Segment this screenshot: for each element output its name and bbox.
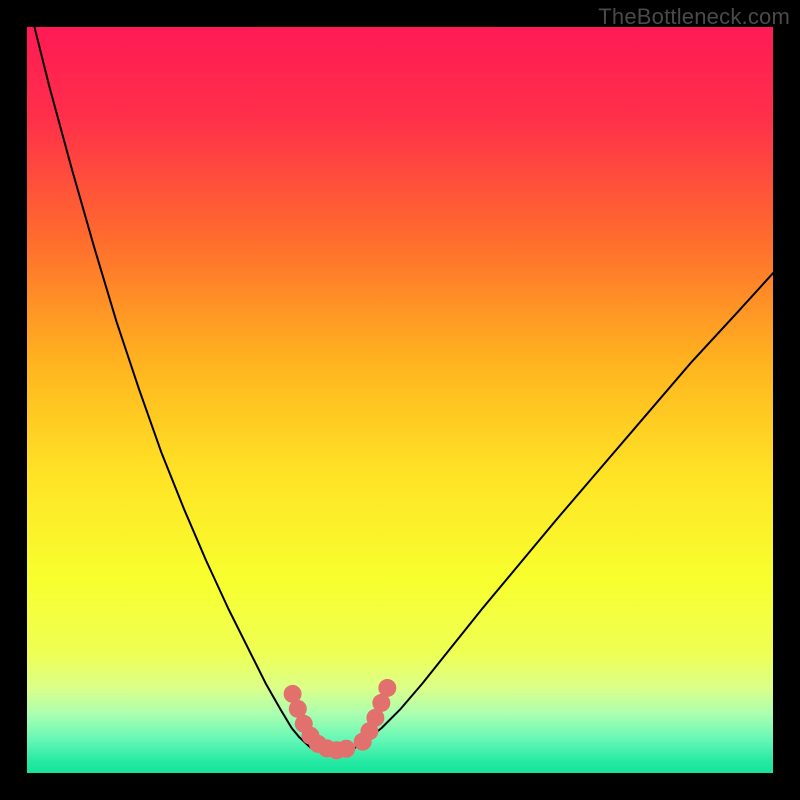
chart-svg <box>27 27 773 773</box>
right-marker-cluster-dot <box>378 679 396 697</box>
plot-area <box>27 27 773 773</box>
left-marker-cluster-dot <box>337 740 355 758</box>
outer-frame: TheBottleneck.com <box>0 0 800 800</box>
gradient-background <box>27 27 773 773</box>
watermark-text: TheBottleneck.com <box>598 4 790 30</box>
